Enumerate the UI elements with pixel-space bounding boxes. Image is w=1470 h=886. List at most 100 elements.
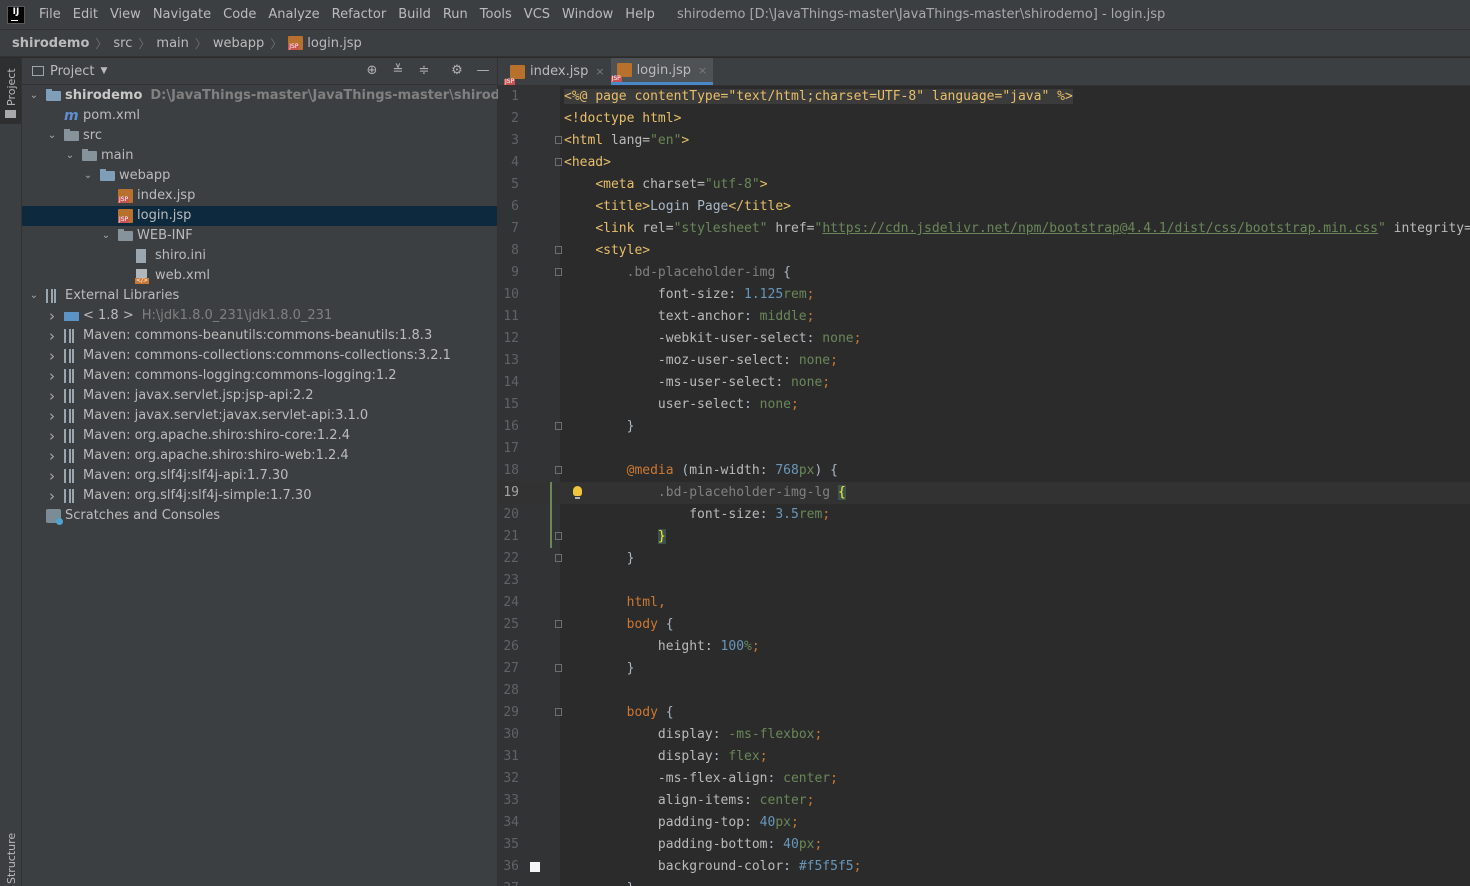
locate-icon[interactable]: ⊕ [364, 63, 380, 79]
breadcrumb-item[interactable]: main [156, 36, 188, 51]
chevron-down-icon[interactable]: ⌄ [46, 126, 58, 146]
menu-vcs[interactable]: VCS [518, 0, 556, 29]
gear-icon[interactable]: ⚙ [449, 63, 465, 79]
tree-item[interactable]: › Maven: javax.servlet.jsp:jsp-api:2.2 [22, 386, 497, 406]
tree-item[interactable]: › Maven: org.apache.shiro:shiro-web:1.2.4 [22, 446, 497, 466]
chevron-down-icon[interactable]: ⌄ [100, 226, 112, 246]
code-line[interactable]: 8 <style> [498, 240, 1470, 262]
code-line[interactable]: 33 align-items: center; [498, 790, 1470, 812]
color-swatch-icon[interactable] [530, 862, 540, 872]
code-line[interactable]: 16 } [498, 416, 1470, 438]
tree-item[interactable]: ⌄ WEB-INF [22, 226, 497, 246]
close-icon[interactable]: × [595, 65, 604, 78]
menu-code[interactable]: Code [217, 0, 262, 29]
breadcrumb-item[interactable]: shirodemo [12, 36, 89, 51]
tree-item[interactable]: › Maven: commons-beanutils:commons-beanut… [22, 326, 497, 346]
code-line[interactable]: 24 html, [498, 592, 1470, 614]
code-line[interactable]: 28 [498, 680, 1470, 702]
code-line[interactable]: 26 height: 100%; [498, 636, 1470, 658]
chevron-right-icon[interactable]: › [46, 426, 58, 446]
code-line[interactable]: 6 <title>Login Page</title> [498, 196, 1470, 218]
code-line[interactable]: 3 <html lang="en"> [498, 130, 1470, 152]
expand-all-icon[interactable]: ≚ [390, 63, 406, 79]
fold-marker-icon[interactable] [555, 246, 562, 254]
breadcrumb-item[interactable]: src [113, 36, 132, 51]
code-line[interactable]: 25 body { [498, 614, 1470, 636]
code-line[interactable]: 34 padding-top: 40px; [498, 812, 1470, 834]
code-line[interactable]: 10 font-size: 1.125rem; [498, 284, 1470, 306]
menu-navigate[interactable]: Navigate [147, 0, 217, 29]
code-line[interactable]: 29 body { [498, 702, 1470, 724]
fold-marker-icon[interactable] [555, 158, 562, 166]
tree-item[interactable]: › Maven: org.slf4j:slf4j-simple:1.7.30 [22, 486, 497, 506]
breadcrumb-item[interactable]: login.jsp [288, 36, 362, 51]
chevron-right-icon[interactable]: › [46, 346, 58, 366]
tree-item[interactable]: ⌄ webapp [22, 166, 497, 186]
fold-marker-icon[interactable] [555, 422, 562, 430]
code-line[interactable]: 31 display: flex; [498, 746, 1470, 768]
tree-item[interactable]: › Maven: commons-logging:commons-logging:… [22, 366, 497, 386]
menu-edit[interactable]: Edit [67, 0, 104, 29]
chevron-down-icon[interactable]: ⌄ [28, 286, 40, 306]
code-line[interactable]: 2 <!doctype html> [498, 108, 1470, 130]
chevron-right-icon[interactable]: › [46, 446, 58, 466]
fold-marker-icon[interactable] [555, 620, 562, 628]
code-line[interactable]: 27 } [498, 658, 1470, 680]
code-line[interactable]: 23 [498, 570, 1470, 592]
code-line[interactable]: 11 text-anchor: middle; [498, 306, 1470, 328]
chevron-right-icon[interactable]: › [46, 386, 58, 406]
tree-item[interactable]: Scratches and Consoles [22, 506, 497, 526]
chevron-down-icon[interactable]: ⌄ [82, 166, 94, 186]
code-line[interactable]: 18 @media (min-width: 768px) { [498, 460, 1470, 482]
code-line[interactable]: 4 <head> [498, 152, 1470, 174]
code-line[interactable]: 35 padding-bottom: 40px; [498, 834, 1470, 856]
code-line[interactable]: 19 .bd-placeholder-img-lg { [498, 482, 1470, 504]
code-line[interactable]: 13 -moz-user-select: none; [498, 350, 1470, 372]
menu-file[interactable]: File [33, 0, 67, 29]
code-line[interactable]: 37 } [498, 878, 1470, 886]
menu-tools[interactable]: Tools [474, 0, 518, 29]
tree-item[interactable]: › Maven: org.apache.shiro:shiro-core:1.2.… [22, 426, 497, 446]
tree-item[interactable]: shiro.ini [22, 246, 497, 266]
tree-item[interactable]: index.jsp [22, 186, 497, 206]
fold-marker-icon[interactable] [555, 708, 562, 716]
fold-marker-icon[interactable] [555, 136, 562, 144]
chevron-right-icon[interactable]: › [46, 406, 58, 426]
chevron-down-icon[interactable]: ▼ [100, 66, 107, 76]
hide-panel-icon[interactable]: — [475, 63, 491, 79]
code-line[interactable]: 1 <%@ page contentType="text/html;charset… [498, 86, 1470, 108]
tree-item[interactable]: login.jsp [22, 206, 497, 226]
fold-marker-icon[interactable] [555, 532, 562, 540]
menu-run[interactable]: Run [437, 0, 474, 29]
close-icon[interactable]: × [698, 64, 707, 77]
code-line[interactable]: 36 background-color: #f5f5f5; [498, 856, 1470, 878]
menu-view[interactable]: View [104, 0, 147, 29]
chevron-right-icon[interactable]: › [46, 306, 58, 326]
fold-marker-icon[interactable] [555, 664, 562, 672]
code-line[interactable]: 15 user-select: none; [498, 394, 1470, 416]
breadcrumb-item[interactable]: webapp [213, 36, 264, 51]
code-line[interactable]: 12 -webkit-user-select: none; [498, 328, 1470, 350]
fold-marker-icon[interactable] [555, 268, 562, 276]
menu-help[interactable]: Help [619, 0, 661, 29]
menu-window[interactable]: Window [556, 0, 619, 29]
chevron-right-icon[interactable]: › [46, 326, 58, 346]
chevron-down-icon[interactable]: ⌄ [64, 146, 76, 166]
code-line[interactable]: 22 } [498, 548, 1470, 570]
tree-item[interactable]: › Maven: commons-collections:commons-coll… [22, 346, 497, 366]
tree-item[interactable]: ⌄ main [22, 146, 497, 166]
chevron-right-icon[interactable]: › [46, 366, 58, 386]
tree-item[interactable]: m pom.xml [22, 106, 497, 126]
code-line[interactable]: 14 -ms-user-select: none; [498, 372, 1470, 394]
code-area[interactable]: 1 <%@ page contentType="text/html;charset… [498, 86, 1470, 886]
code-line[interactable]: 20 font-size: 3.5rem; [498, 504, 1470, 526]
code-line[interactable]: 5 <meta charset="utf-8"> [498, 174, 1470, 196]
menu-refactor[interactable]: Refactor [326, 0, 393, 29]
editor-tab[interactable]: login.jsp × [610, 58, 714, 85]
structure-tool-button[interactable]: Structure [5, 833, 18, 884]
chevron-right-icon[interactable]: › [46, 466, 58, 486]
code-line[interactable]: 9 .bd-placeholder-img { [498, 262, 1470, 284]
code-line[interactable]: 7 <link rel="stylesheet" href= "https://c… [498, 218, 1470, 240]
fold-marker-icon[interactable] [555, 554, 562, 562]
project-tool-button[interactable]: Project [0, 58, 21, 124]
